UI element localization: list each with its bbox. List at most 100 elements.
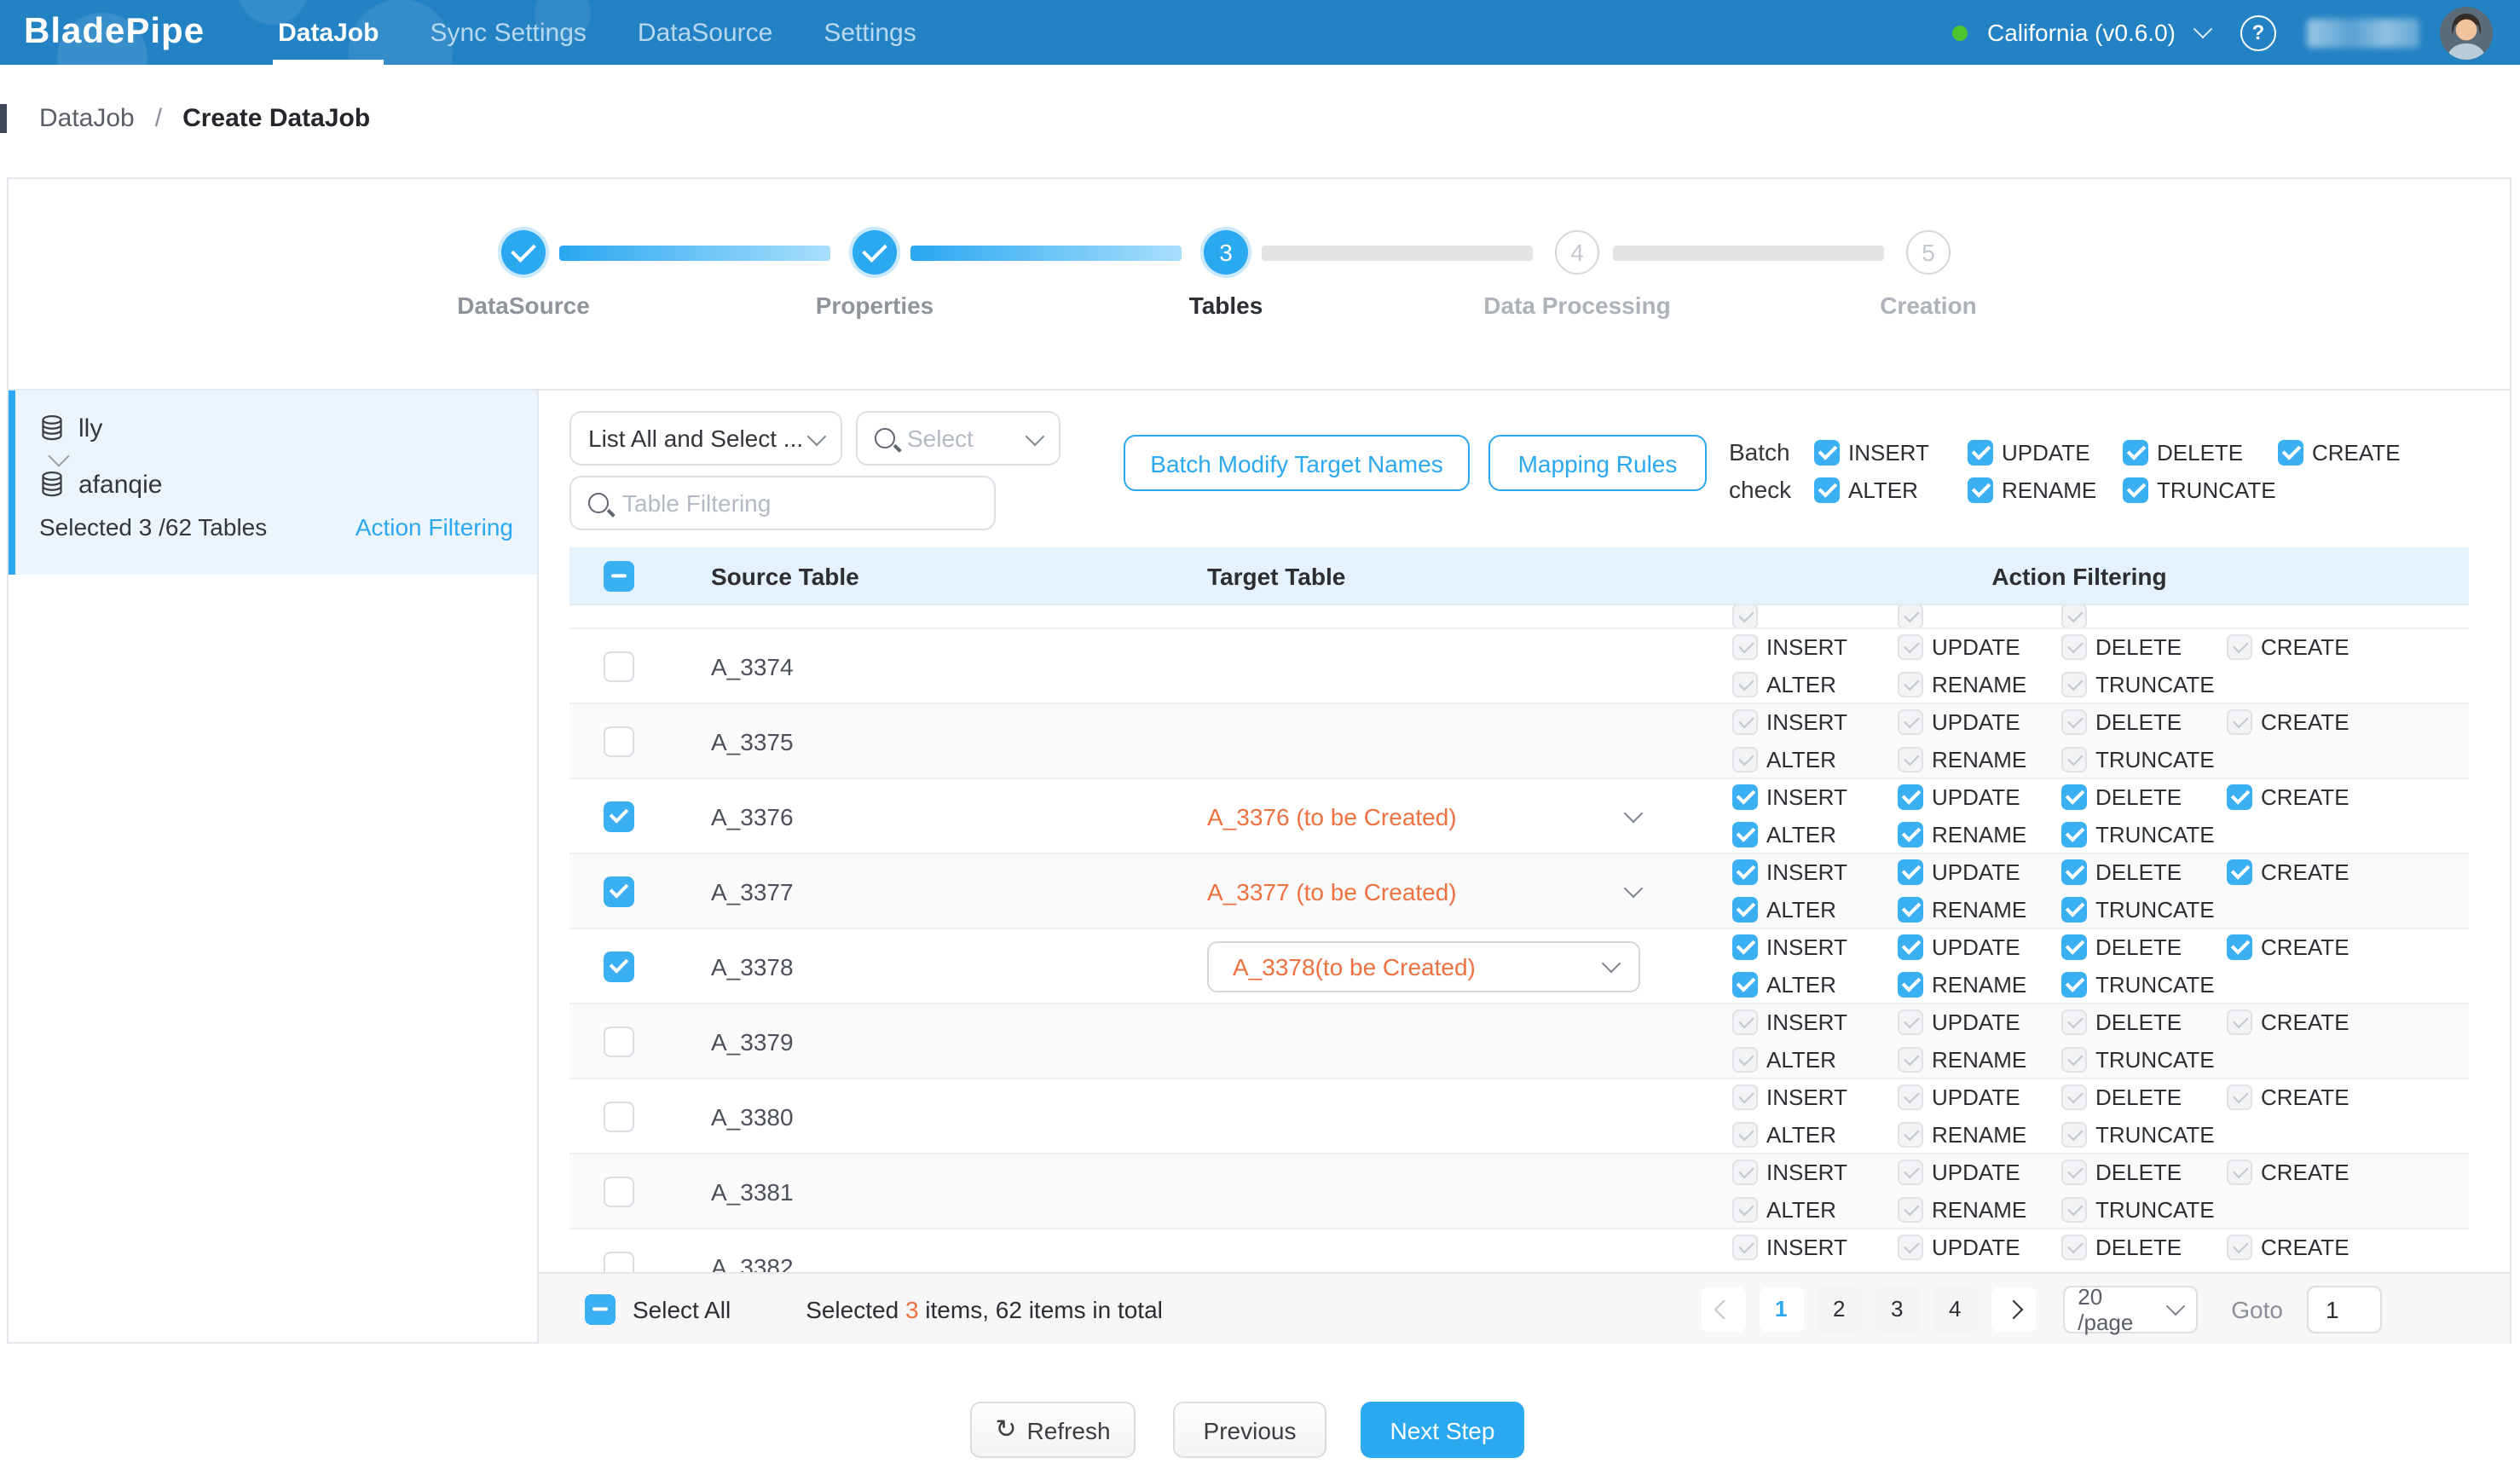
- action-checkbox[interactable]: [1732, 672, 1758, 697]
- action-checkbox[interactable]: [1732, 635, 1758, 661]
- action-checkbox[interactable]: [1732, 822, 1758, 847]
- action-checkbox[interactable]: [1732, 1160, 1758, 1186]
- chevron-down-icon[interactable]: [1624, 804, 1644, 824]
- batch-action-checkbox[interactable]: [2123, 441, 2148, 466]
- row-checkbox[interactable]: [603, 876, 633, 906]
- nav-item-settings[interactable]: Settings: [798, 0, 941, 65]
- action-checkbox[interactable]: [2227, 1160, 2252, 1186]
- row-checkbox[interactable]: [603, 726, 633, 756]
- row-checkbox[interactable]: [603, 801, 633, 831]
- action-checkbox[interactable]: [2061, 710, 2087, 736]
- batch-action-checkbox[interactable]: [1814, 441, 1840, 466]
- action-checkbox[interactable]: [1898, 672, 1923, 697]
- row-checkbox[interactable]: [603, 1101, 633, 1131]
- action-filtering-link[interactable]: Action Filtering: [355, 513, 513, 541]
- batch-action-checkbox[interactable]: [2278, 441, 2303, 466]
- action-checkbox[interactable]: [2061, 1160, 2087, 1186]
- nav-item-datajob[interactable]: DataJob: [252, 0, 404, 65]
- environment-selector[interactable]: California (v0.6.0): [1987, 19, 2176, 46]
- action-checkbox[interactable]: [2061, 1122, 2087, 1148]
- action-checkbox[interactable]: [1898, 822, 1923, 847]
- action-checkbox[interactable]: [1732, 1235, 1758, 1261]
- action-checkbox[interactable]: [1898, 785, 1923, 811]
- batch-action-checkbox[interactable]: [2123, 477, 2148, 503]
- prev-page-button[interactable]: [1701, 1287, 1745, 1331]
- logo[interactable]: BladePipe: [24, 12, 205, 53]
- chevron-down-icon[interactable]: [1624, 879, 1644, 899]
- action-checkbox[interactable]: [1732, 710, 1758, 736]
- action-checkbox[interactable]: [2061, 1235, 2087, 1261]
- action-checkbox[interactable]: [2061, 1047, 2087, 1073]
- row-checkbox[interactable]: [603, 1176, 633, 1206]
- action-checkbox[interactable]: [2227, 860, 2252, 886]
- page-button-1[interactable]: 1: [1759, 1287, 1803, 1331]
- action-checkbox[interactable]: [1898, 1010, 1923, 1036]
- breadcrumb-datajob[interactable]: DataJob: [39, 103, 135, 132]
- nav-item-datasource[interactable]: DataSource: [612, 0, 798, 65]
- action-checkbox[interactable]: [2061, 935, 2087, 961]
- batch-action-checkbox[interactable]: [1968, 441, 1993, 466]
- action-checkbox[interactable]: [1898, 935, 1923, 961]
- action-checkbox[interactable]: [1732, 1085, 1758, 1111]
- chevron-down-icon[interactable]: [2193, 20, 2213, 39]
- action-checkbox[interactable]: [2061, 635, 2087, 661]
- page-button-3[interactable]: 3: [1875, 1287, 1919, 1331]
- action-checkbox[interactable]: [1898, 1197, 1923, 1223]
- action-checkbox[interactable]: [2227, 1085, 2252, 1111]
- page-size-select[interactable]: 20 /page: [2062, 1285, 2197, 1333]
- target-table-select[interactable]: A_3378(to be Created): [1207, 940, 1640, 992]
- row-checkbox[interactable]: [603, 951, 633, 981]
- row-checkbox[interactable]: [603, 651, 633, 681]
- action-checkbox[interactable]: [1732, 897, 1758, 923]
- table-filter-input[interactable]: Table Filtering: [569, 476, 996, 530]
- batch-action-checkbox[interactable]: [1814, 477, 1840, 503]
- action-checkbox[interactable]: [2227, 1235, 2252, 1261]
- action-checkbox[interactable]: [2227, 785, 2252, 811]
- action-checkbox[interactable]: [1898, 972, 1923, 998]
- next-step-button[interactable]: Next Step: [1361, 1402, 1524, 1458]
- page-button-2[interactable]: 2: [1817, 1287, 1861, 1331]
- action-checkbox[interactable]: [1898, 635, 1923, 661]
- action-checkbox[interactable]: [1732, 935, 1758, 961]
- action-checkbox[interactable]: [1732, 785, 1758, 811]
- action-checkbox[interactable]: [2227, 1010, 2252, 1036]
- next-page-button[interactable]: [1991, 1287, 2035, 1331]
- row-checkbox[interactable]: [603, 1026, 633, 1056]
- list-mode-dropdown[interactable]: List All and Select ...: [569, 411, 842, 466]
- action-checkbox[interactable]: [1898, 710, 1923, 736]
- action-checkbox[interactable]: [1732, 1197, 1758, 1223]
- action-checkbox[interactable]: [2061, 897, 2087, 923]
- action-checkbox[interactable]: [2061, 1010, 2087, 1036]
- schema-select-dropdown[interactable]: Select: [856, 411, 1061, 466]
- refresh-button[interactable]: ↻Refresh: [970, 1402, 1136, 1458]
- action-checkbox[interactable]: [1898, 1235, 1923, 1261]
- action-checkbox[interactable]: [2061, 785, 2087, 811]
- action-checkbox[interactable]: [1898, 1160, 1923, 1186]
- page-button-4[interactable]: 4: [1933, 1287, 1977, 1331]
- action-checkbox[interactable]: [2227, 635, 2252, 661]
- batch-action-checkbox[interactable]: [1968, 477, 1993, 503]
- action-checkbox[interactable]: [1732, 860, 1758, 886]
- action-checkbox[interactable]: [2227, 710, 2252, 736]
- action-checkbox[interactable]: [2061, 672, 2087, 697]
- select-all-checkbox[interactable]: [585, 1293, 616, 1324]
- avatar[interactable]: [2440, 6, 2493, 59]
- action-checkbox[interactable]: [1732, 1122, 1758, 1148]
- batch-modify-target-names-button[interactable]: Batch Modify Target Names: [1124, 435, 1470, 491]
- action-checkbox[interactable]: [2061, 860, 2087, 886]
- header-select-checkbox[interactable]: [603, 560, 633, 591]
- selected-db-pair[interactable]: lly afanqie Selected 3 /62 Tables: [9, 390, 537, 575]
- goto-page-input[interactable]: 1: [2307, 1285, 2382, 1333]
- action-checkbox[interactable]: [2061, 822, 2087, 847]
- nav-item-sync-settings[interactable]: Sync Settings: [404, 0, 611, 65]
- action-checkbox[interactable]: [1898, 1047, 1923, 1073]
- action-checkbox[interactable]: [1898, 747, 1923, 772]
- mapping-rules-button[interactable]: Mapping Rules: [1488, 435, 1707, 491]
- action-checkbox[interactable]: [1898, 1085, 1923, 1111]
- action-checkbox[interactable]: [2061, 1085, 2087, 1111]
- action-checkbox[interactable]: [1732, 747, 1758, 772]
- action-checkbox[interactable]: [2061, 747, 2087, 772]
- action-checkbox[interactable]: [1898, 897, 1923, 923]
- action-checkbox[interactable]: [1898, 1122, 1923, 1148]
- action-checkbox[interactable]: [1732, 1010, 1758, 1036]
